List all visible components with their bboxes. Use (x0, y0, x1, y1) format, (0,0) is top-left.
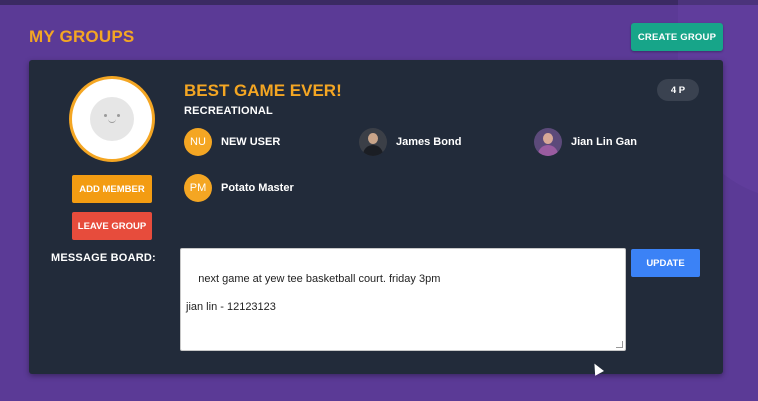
group-type: RECREATIONAL (184, 105, 273, 117)
member-name: Potato Master (221, 182, 294, 194)
member-photo-avatar (534, 128, 562, 156)
update-button[interactable]: UPDATE (631, 249, 700, 277)
message-board-textarea[interactable]: next game at yew tee basketball court. f… (180, 248, 626, 351)
message-board-text: next game at yew tee basketball court. f… (186, 273, 441, 313)
top-edge (0, 0, 758, 5)
member-avatar: PM (184, 174, 212, 202)
add-member-button[interactable]: ADD MEMBER (72, 175, 152, 203)
message-board-label: MESSAGE BOARD: (51, 252, 156, 264)
group-avatar (69, 76, 155, 162)
member-item: NU NEW USER (184, 128, 280, 156)
member-item: PM Potato Master (184, 174, 294, 202)
member-avatar: NU (184, 128, 212, 156)
member-count-badge: 4 P (657, 79, 699, 101)
create-group-button[interactable]: CREATE GROUP (631, 23, 723, 51)
resize-grip-icon[interactable] (616, 341, 623, 348)
member-name: Jian Lin Gan (571, 136, 638, 148)
member-name: NEW USER (221, 136, 281, 148)
page-title: MY GROUPS (29, 27, 135, 46)
member-item: James Bond (359, 128, 461, 156)
group-card: ADD MEMBER LEAVE GROUP BEST GAME EVER! R… (29, 60, 723, 374)
group-name: BEST GAME EVER! (184, 81, 342, 100)
member-item: Jian Lin Gan (534, 128, 637, 156)
member-name: James Bond (396, 136, 462, 148)
leave-group-button[interactable]: LEAVE GROUP (72, 212, 152, 240)
member-photo-avatar (359, 128, 387, 156)
smiley-face-icon (90, 97, 134, 141)
